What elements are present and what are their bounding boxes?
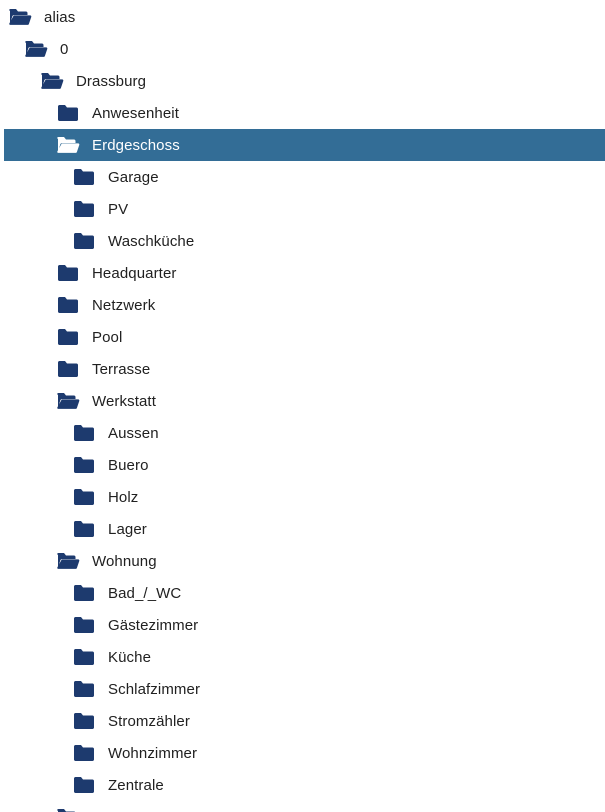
folder-open-icon	[40, 71, 64, 91]
tree-item-label: alias	[44, 8, 76, 26]
tree-item-label: Zentrale	[108, 776, 164, 794]
tree-item-wohnung[interactable]: Wohnung	[4, 545, 605, 577]
folder-icon	[72, 615, 96, 635]
folder-open-icon	[24, 39, 48, 59]
tree-item-lager[interactable]: Lager	[4, 513, 605, 545]
tree-item-bad-wc[interactable]: Bad_/_WC	[4, 577, 605, 609]
folder-tree: alias 0 Drassburg Anwesenheit Erdgeschoss Gar…	[0, 0, 605, 812]
folder-icon	[56, 263, 80, 283]
folder-icon	[56, 103, 80, 123]
folder-open-icon	[56, 391, 80, 411]
tree-item-label: Küche	[108, 648, 152, 666]
tree-item-buero[interactable]: Buero	[4, 449, 605, 481]
tree-item-pool[interactable]: Pool	[4, 321, 605, 353]
tree-item-label: Lager	[108, 520, 147, 538]
tree-item-0[interactable]: 0	[4, 33, 605, 65]
folder-icon	[56, 327, 80, 347]
tree-item-label: Stromzähler	[108, 712, 190, 730]
folder-icon	[72, 647, 96, 667]
folder-icon	[72, 199, 96, 219]
tree-item-label: Holz	[108, 488, 139, 506]
folder-open-icon	[8, 7, 32, 27]
folder-icon	[56, 359, 80, 379]
tree-item-stromzähler[interactable]: Stromzähler	[4, 705, 605, 737]
tree-item-partial[interactable]	[4, 801, 605, 812]
tree-item-label: Bad_/_WC	[108, 584, 182, 602]
tree-item-label: Garage	[108, 168, 159, 186]
tree-item-label: Gästezimmer	[108, 616, 199, 634]
folder-icon	[72, 167, 96, 187]
tree-item-label: Wohnzimmer	[108, 744, 198, 762]
tree-item-wohnzimmer[interactable]: Wohnzimmer	[4, 737, 605, 769]
tree-item-label: Erdgeschoss	[92, 136, 180, 154]
folder-icon	[72, 519, 96, 539]
folder-icon	[72, 743, 96, 763]
folder-open-icon	[56, 807, 80, 812]
tree-item-label: Buero	[108, 456, 149, 474]
folder-icon	[72, 775, 96, 795]
tree-item-headquarter[interactable]: Headquarter	[4, 257, 605, 289]
folder-icon	[72, 679, 96, 699]
tree-item-holz[interactable]: Holz	[4, 481, 605, 513]
tree-item-garage[interactable]: Garage	[4, 161, 605, 193]
tree-item-schlafzimmer[interactable]: Schlafzimmer	[4, 673, 605, 705]
tree-item-netzwerk[interactable]: Netzwerk	[4, 289, 605, 321]
tree-item-erdgeschoss[interactable]: Erdgeschoss	[4, 129, 605, 161]
folder-icon	[72, 583, 96, 603]
tree-item-pv[interactable]: PV	[4, 193, 605, 225]
tree-item-aussen[interactable]: Aussen	[4, 417, 605, 449]
folder-icon	[72, 455, 96, 475]
folder-icon	[72, 711, 96, 731]
tree-item-label: Drassburg	[76, 72, 147, 90]
tree-item-gästezimmer[interactable]: Gästezimmer	[4, 609, 605, 641]
tree-item-alias[interactable]: alias	[4, 1, 605, 33]
folder-open-icon	[56, 135, 80, 155]
tree-item-drassburg[interactable]: Drassburg	[4, 65, 605, 97]
tree-item-label: Anwesenheit	[92, 104, 179, 122]
folder-icon	[56, 295, 80, 315]
tree-item-anwesenheit[interactable]: Anwesenheit	[4, 97, 605, 129]
tree-item-label: PV	[108, 200, 129, 218]
tree-item-label: Waschküche	[108, 232, 195, 250]
tree-item-label: 0	[60, 40, 69, 58]
tree-item-label: Terrasse	[92, 360, 151, 378]
tree-item-label: Wohnung	[92, 552, 157, 570]
tree-item-label: Headquarter	[92, 264, 177, 282]
folder-open-icon	[56, 551, 80, 571]
tree-item-label: Werkstatt	[92, 392, 156, 410]
tree-item-label: Aussen	[108, 424, 159, 442]
folder-icon	[72, 231, 96, 251]
folder-icon	[72, 423, 96, 443]
tree-item-werkstatt[interactable]: Werkstatt	[4, 385, 605, 417]
tree-item-label: Netzwerk	[92, 296, 156, 314]
tree-item-label: Schlafzimmer	[108, 680, 201, 698]
tree-item-waschküche[interactable]: Waschküche	[4, 225, 605, 257]
tree-item-label: Pool	[92, 328, 123, 346]
tree-item-terrasse[interactable]: Terrasse	[4, 353, 605, 385]
tree-item-küche[interactable]: Küche	[4, 641, 605, 673]
folder-icon	[72, 487, 96, 507]
tree-item-zentrale[interactable]: Zentrale	[4, 769, 605, 801]
